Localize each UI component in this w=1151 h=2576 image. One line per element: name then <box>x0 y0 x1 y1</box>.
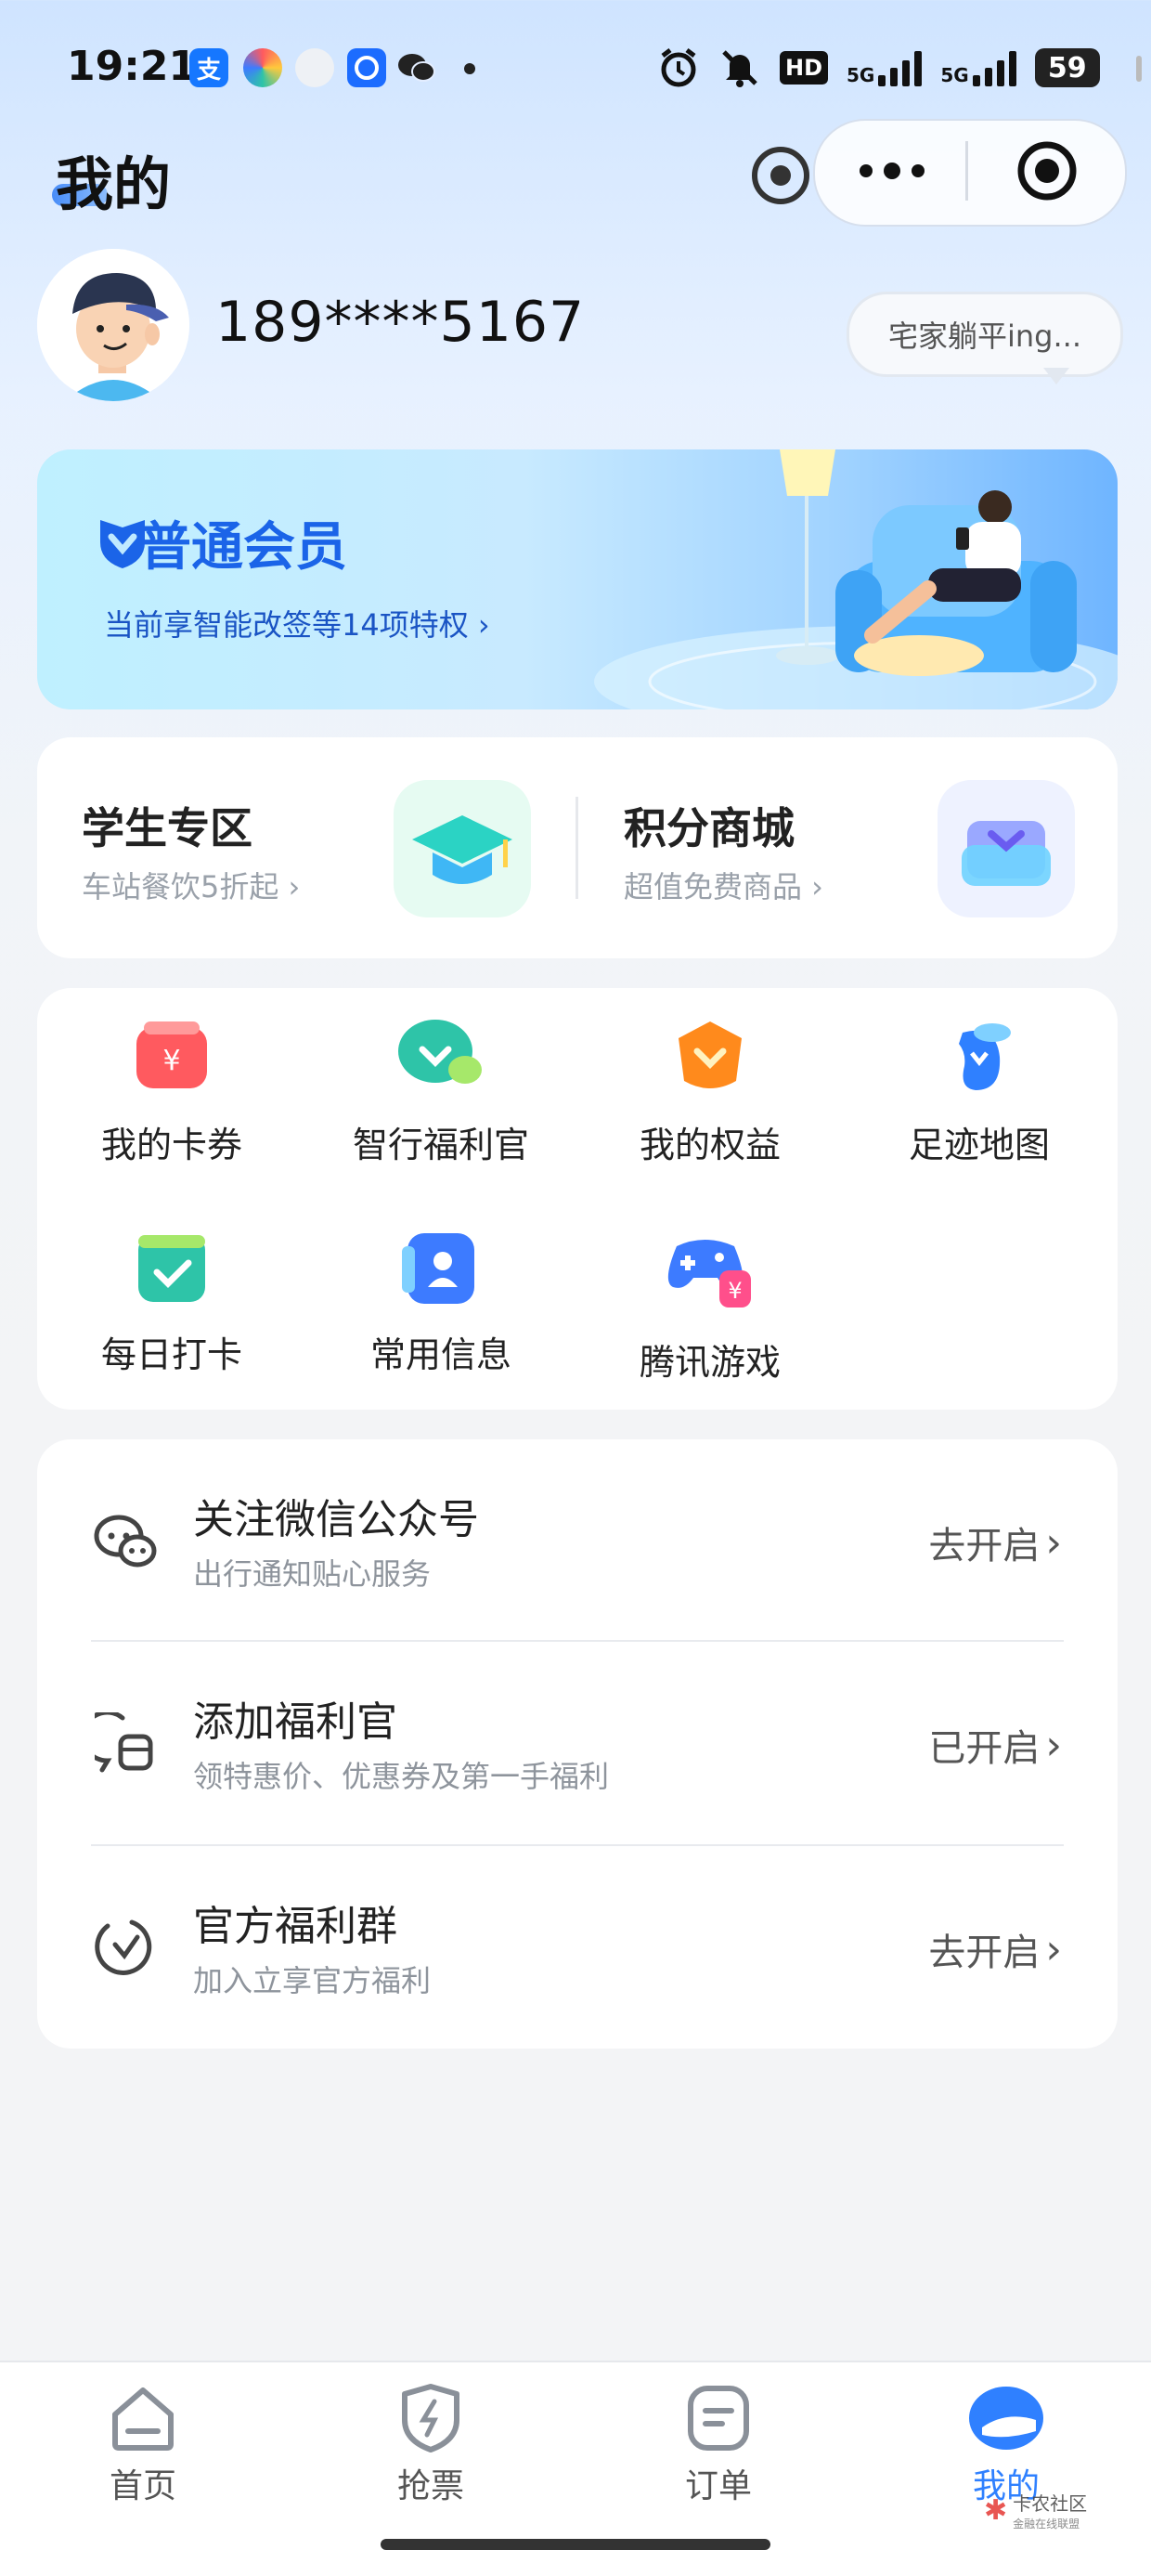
watermark-logo-icon: ✱ <box>984 2493 1008 2527</box>
grid-item-checkin[interactable]: 每日打卡 <box>37 1226 306 1377</box>
mute-bell-icon <box>722 50 757 87</box>
service-subtitle: 领特惠价、优惠券及第一手福利 <box>193 1759 610 1794</box>
promo-divider <box>576 797 578 899</box>
member-subtitle[interactable]: 当前享智能改签等14项特权 › <box>104 602 490 644</box>
status-bubble[interactable]: 宅家躺平ing... <box>847 292 1123 377</box>
home-icon <box>112 2387 174 2451</box>
promo-student-title: 学生专区 <box>82 803 252 853</box>
crown-icon <box>679 1021 742 1088</box>
status-bar: 19:21 支 HD 5G 5G 59 <box>0 0 1151 130</box>
service-subtitle: 加入立享官方福利 <box>193 1963 432 1998</box>
svg-text:¥: ¥ <box>728 1278 742 1304</box>
wechat-icon <box>397 48 436 87</box>
grid-label: 我的权益 <box>639 1125 781 1165</box>
page-title: 我的 <box>56 150 172 218</box>
grid-label: 常用信息 <box>369 1334 511 1375</box>
avatar[interactable] <box>37 249 189 401</box>
bubble-tail <box>1043 368 1069 384</box>
tab-orders[interactable]: 订单 <box>644 2383 793 2507</box>
order-icon <box>688 2386 749 2451</box>
promos-card: 学生专区 车站餐饮5折起 › 积分商城 超值免费商品 › <box>37 737 1118 958</box>
signal-2-icon: 5G <box>940 49 1016 86</box>
service-title: 官方福利群 <box>193 1903 397 1950</box>
service-action[interactable]: 已开启 › <box>928 1718 1062 1772</box>
signal-1-icon: 5G <box>847 49 923 86</box>
services-card: 关注微信公众号 出行通知贴心服务 去开启 › 添加福利官 领特惠价、优惠券及第一手… <box>37 1439 1118 2049</box>
tab-tickets[interactable]: 抢票 <box>356 2383 505 2507</box>
service-title: 添加福利官 <box>193 1698 397 1746</box>
grid-label: 智行福利官 <box>352 1125 529 1165</box>
service-action[interactable]: 去开启 › <box>928 1922 1062 1976</box>
gamepad-icon: ¥ <box>667 1240 751 1308</box>
blue-app-icon <box>347 48 386 87</box>
grid-label: 足迹地图 <box>908 1125 1050 1165</box>
grid-item-benefits[interactable]: 我的权益 <box>576 1016 845 1167</box>
alarm-icon <box>661 48 696 87</box>
status-time: 19:21 <box>67 43 198 90</box>
chevron-right-icon: › <box>1045 1721 1062 1769</box>
gift-box-icon[interactable] <box>938 780 1075 917</box>
contact-card-icon <box>402 1233 474 1304</box>
grid-label: 我的卡券 <box>100 1125 242 1165</box>
group-clock-icon <box>95 1919 152 1975</box>
grid-label: 每日打卡 <box>100 1334 242 1375</box>
footprint-icon <box>959 1023 1011 1090</box>
watermark-text: 卡农社区 <box>1013 2492 1088 2515</box>
grid-item-coupons[interactable]: ¥ 我的卡券 <box>37 1016 306 1167</box>
promo-points-sub: 超值免费商品 › <box>624 869 823 904</box>
battery-indicator: 59 <box>1034 48 1100 87</box>
service-action[interactable]: 去开启 › <box>928 1516 1062 1569</box>
checkin-icon <box>138 1235 205 1302</box>
watermark: ✱ 卡农社区 金融在线联盟 <box>984 2489 1087 2531</box>
graduation-cap-icon[interactable] <box>394 780 531 917</box>
settings-target-icon[interactable] <box>748 143 813 208</box>
features-card: ¥ 我的卡券 智行福利官 我的权益 足迹地图 每日打卡 常用信息 ¥ 腾讯游戏 <box>37 988 1118 1410</box>
close-miniprogram-icon[interactable] <box>1015 139 1079 202</box>
coupon-icon: ¥ <box>136 1021 207 1088</box>
service-row-wechat[interactable]: 关注微信公众号 出行通知贴心服务 去开启 › <box>37 1439 1118 1642</box>
chat-heart-icon <box>398 1020 482 1084</box>
home-indicator[interactable] <box>381 2539 770 2550</box>
service-row-official-group[interactable]: 官方福利群 加入立享官方福利 去开启 › <box>37 1846 1118 2049</box>
more-menu-icon[interactable] <box>860 154 925 188</box>
chat-user-icon <box>95 1712 153 1773</box>
tab-label: 首页 <box>109 2467 176 2505</box>
grid-item-common-info[interactable]: 常用信息 <box>306 1226 576 1377</box>
tab-home[interactable]: 首页 <box>69 2383 217 2507</box>
service-title: 关注微信公众号 <box>193 1496 479 1543</box>
member-title: 普通会员 <box>139 517 347 578</box>
chevron-right-icon: › <box>1045 1925 1062 1973</box>
status-right: HD 5G 5G 59 <box>657 45 1100 91</box>
more-notifications-dot <box>464 63 475 74</box>
wechat-bubble-icon <box>295 48 334 87</box>
capsule-divider <box>965 141 968 201</box>
shield-bolt-icon <box>402 2384 459 2452</box>
hd-icon: HD <box>780 51 829 85</box>
grid-item-footprint[interactable]: 足迹地图 <box>845 1016 1114 1167</box>
promo-points[interactable]: 积分商城 超值免费商品 › <box>624 795 823 906</box>
service-subtitle: 出行通知贴心服务 <box>193 1556 432 1592</box>
promo-student-sub: 车站餐饮5折起 › <box>82 869 301 904</box>
watermark-sub: 金融在线联盟 <box>1013 2517 1080 2530</box>
alipay-icon: 支 <box>189 48 228 87</box>
service-row-welfare-officer[interactable]: 添加福利官 领特惠价、优惠券及第一手福利 已开启 › <box>37 1642 1118 1844</box>
wechat-outline-icon <box>94 1515 157 1568</box>
promo-points-title: 积分商城 <box>624 803 795 853</box>
grid-label: 腾讯游戏 <box>639 1342 781 1383</box>
scroll-hint <box>1136 56 1142 82</box>
chevron-right-icon: › <box>1045 1518 1062 1567</box>
tab-label: 订单 <box>684 2467 752 2505</box>
tab-label: 抢票 <box>396 2467 464 2505</box>
colorful-app-icon <box>243 48 282 87</box>
status-bubble-text: 宅家躺平ing... <box>887 319 1081 354</box>
user-phone: 189****5167 <box>215 290 586 355</box>
promo-student[interactable]: 学生专区 车站餐饮5折起 › <box>82 795 300 906</box>
svg-text:¥: ¥ <box>162 1045 180 1077</box>
grid-item-tencent-games[interactable]: ¥ 腾讯游戏 <box>576 1226 845 1385</box>
grid-item-welfare-officer[interactable]: 智行福利官 <box>306 1016 576 1167</box>
profile-active-icon <box>969 2387 1043 2450</box>
